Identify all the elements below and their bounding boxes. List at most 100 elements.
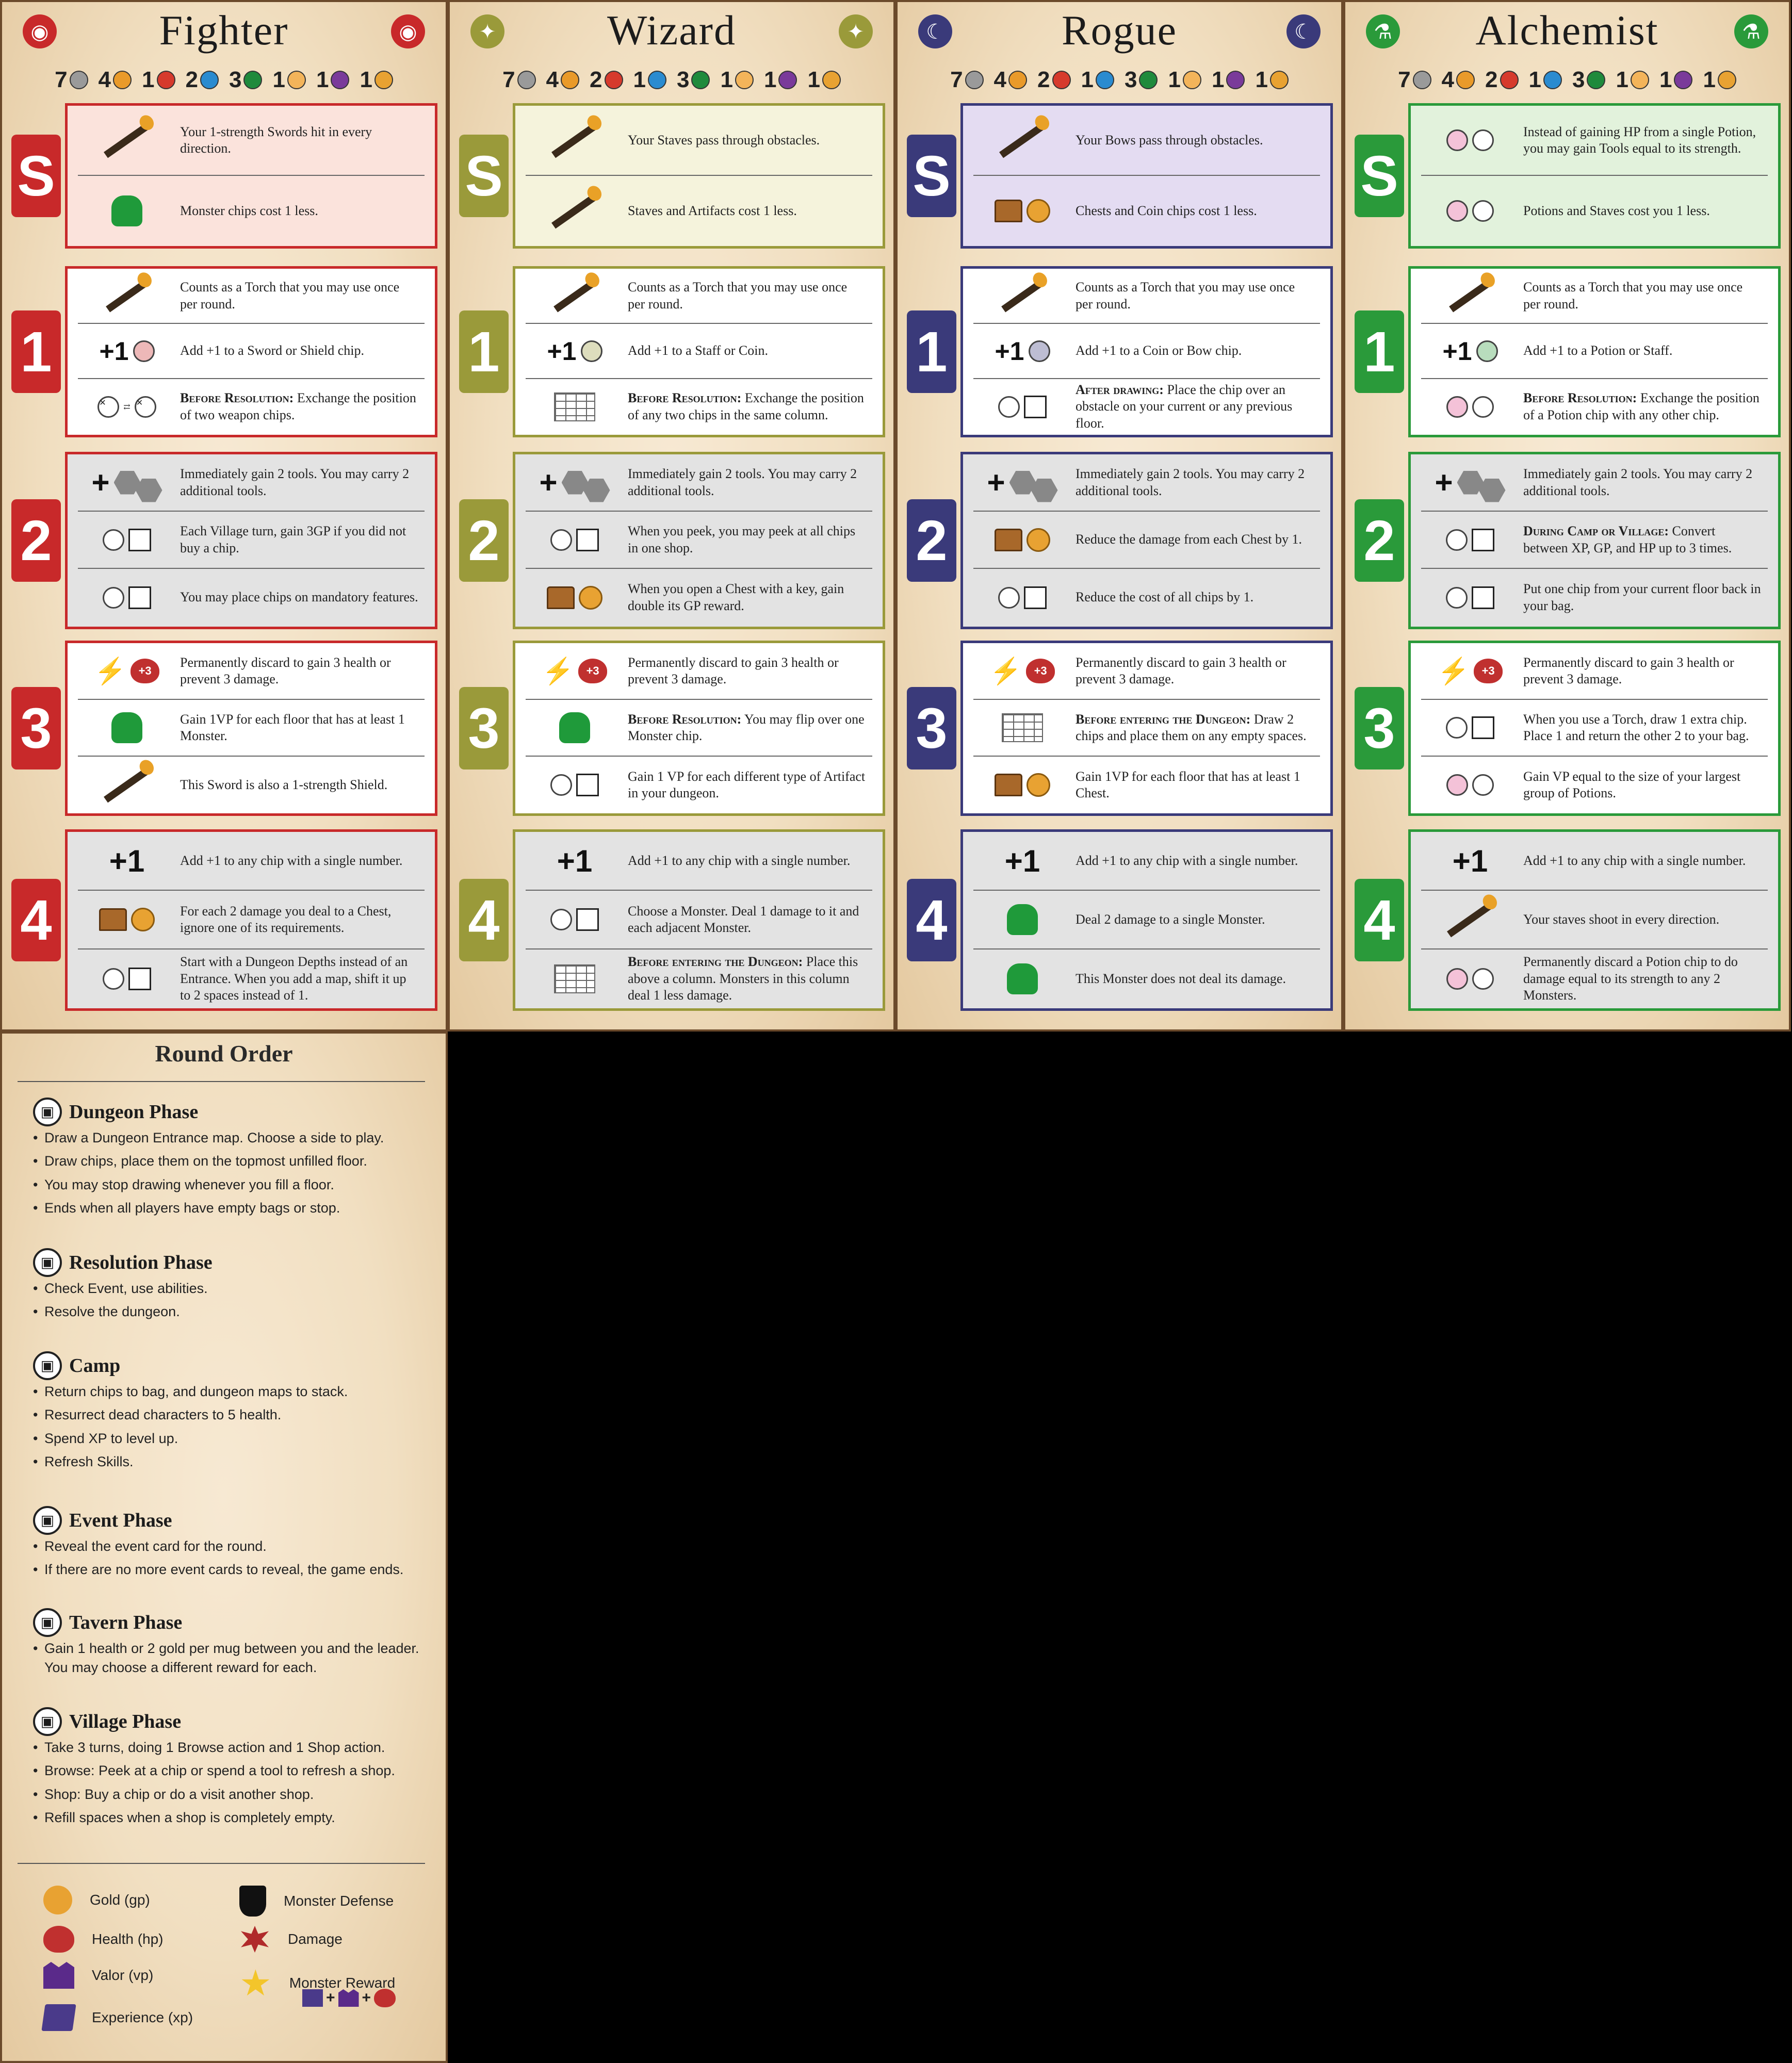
- stat-gem-icon: [1269, 71, 1289, 89]
- stat-gem-icon: [1008, 71, 1028, 89]
- xp-scroll-icon: [302, 1989, 323, 2007]
- phase-0: ▣ Dungeon Phase Draw a Dungeon Entrance ma…: [33, 1095, 425, 1222]
- stat-row: 74213111: [898, 67, 1341, 93]
- gold-icon: [43, 1886, 72, 1914]
- level-badge: 4: [907, 879, 956, 961]
- bag-return-icon: [1421, 569, 1519, 626]
- stat: 1: [720, 67, 754, 93]
- stat-gem-icon: [822, 71, 841, 89]
- exchange-icon: ✕ ⇄ ✕: [78, 379, 176, 434]
- ability-text: When you use a Torch, draw 1 extra chip.…: [1523, 711, 1749, 744]
- stat: 1: [272, 67, 306, 93]
- character-card-wizard: ✦ Wizard ✦ 7 4 2 1 3 1 1 1 S Your Staves pass throug…: [448, 0, 895, 1032]
- heart-plus-three-icon: ⚡ +3: [78, 643, 176, 699]
- floor-chest-icon: [973, 757, 1071, 813]
- card-header: ☾ Rogue ☾: [898, 2, 1341, 69]
- stat: 4: [546, 67, 580, 93]
- ability-text: Put one chip from your current floor bac…: [1523, 581, 1761, 613]
- stat: 1: [360, 67, 393, 93]
- ability-text: Instead of gaining HP from a single Poti…: [1523, 124, 1756, 156]
- ability-row: Before Resolution: You may flip over one…: [526, 700, 872, 757]
- ability-text: Counts as a Torch that you may use once …: [1076, 280, 1295, 312]
- stat-gem-icon: [200, 71, 219, 89]
- tools-icon: +: [526, 454, 624, 511]
- ability-text: Add +1 to any chip with a single number.: [180, 853, 403, 868]
- legend-item: Damage: [239, 1926, 343, 1953]
- potion-staff-icon: [1421, 176, 1519, 246]
- staff-icon: [526, 106, 624, 175]
- ability-row: + Immediately gain 2 tools. You may carry…: [1421, 454, 1768, 512]
- tools-icon: +: [78, 454, 176, 511]
- legend-item: Health (hp): [43, 1926, 164, 1953]
- ability-text: Add +1 to any chip with a single number.: [628, 853, 851, 868]
- ability-text: Immediately gain 2 tools. You may carry …: [628, 466, 857, 498]
- phase-step: Refresh Skills.: [33, 1452, 425, 1472]
- ability-row: Your 1-strength Swords hit in every dire…: [78, 106, 425, 176]
- xp-scroll-icon: [41, 2004, 76, 2031]
- plus-one-icon: +1: [1004, 843, 1040, 878]
- level-box: ⚡ +3 Permanently discard to gain 3 health …: [1408, 641, 1781, 816]
- level-box: +1 Add +1 to any chip with a single numbe…: [513, 829, 885, 1011]
- sword-icon: [78, 106, 176, 175]
- mug-icon: ▣: [33, 1608, 62, 1637]
- phase-step: Draw a Dungeon Entrance map. Choose a si…: [33, 1128, 425, 1148]
- dungeon-depths-icon: [78, 949, 176, 1008]
- stat: 1: [1529, 67, 1562, 93]
- chest-damage-icon: [78, 891, 176, 948]
- ability-text: Before Resolution: You may flip over one…: [628, 711, 865, 744]
- stat: 1: [633, 67, 666, 93]
- ability-row: Gain 1VP for each floor that has at leas…: [973, 757, 1320, 813]
- stat-gem-icon: [604, 71, 623, 89]
- stat-gem-icon: [287, 71, 306, 89]
- stat-gem-icon: [1226, 71, 1245, 89]
- phase-step: Reveal the event card for the round.: [33, 1537, 425, 1557]
- ability-row: +1 Add +1 to a Coin or Bow chip.: [973, 324, 1320, 379]
- stat-gem-icon: [1412, 71, 1431, 89]
- ability-text: Each Village turn, gain 3GP if you did n…: [180, 523, 406, 555]
- round-order-title: Round Order: [155, 1040, 293, 1067]
- staff-burst-icon: [1421, 891, 1519, 948]
- ability-text: Gain 1 VP for each different type of Art…: [628, 768, 866, 801]
- card-header: ◉ Fighter ◉: [2, 2, 446, 69]
- ability-row: +1 Add +1 to any chip with a single numbe…: [973, 832, 1320, 891]
- potion-exchange-icon: [1421, 379, 1519, 434]
- ability-row: When you peek, you may peek at all chips…: [526, 512, 872, 569]
- ability-row: +1 Add +1 to a Potion or Staff.: [1421, 324, 1768, 379]
- ability-row: Reduce the cost of all chips by 1.: [973, 569, 1320, 626]
- legend-label: Health (hp): [92, 1931, 164, 1947]
- flip-monster-icon: [526, 700, 624, 756]
- ability-text: Add +1 to a Coin or Bow chip.: [1076, 343, 1242, 358]
- valor-crown-icon: [43, 1962, 74, 1989]
- ability-row: Monster chips cost 1 less.: [78, 176, 425, 246]
- stat: 1: [807, 67, 841, 93]
- stat: 1: [316, 67, 350, 93]
- ability-text: Gain 1VP for each floor that has at leas…: [180, 711, 405, 744]
- ability-row: +1 Add +1 to any chip with a single numbe…: [78, 832, 425, 891]
- stat: 1: [764, 67, 797, 93]
- ability-text: After drawing: Place the chip over an ob…: [1076, 382, 1293, 431]
- level-badge: 4: [459, 879, 509, 961]
- ability-row: Gain 1 VP for each different type of Art…: [526, 757, 872, 813]
- phase-step: Spend XP to level up.: [33, 1429, 425, 1449]
- phase-step: Resolve the dungeon.: [33, 1302, 425, 1322]
- obstacle-icon: [973, 379, 1071, 434]
- ability-text: Gain 1VP for each floor that has at leas…: [1076, 768, 1300, 801]
- phase-step: Resurrect dead characters to 5 health.: [33, 1405, 425, 1425]
- ability-row: ✕ ⇄ ✕ Before Resolution: Exchange the posit…: [78, 379, 425, 434]
- tools-icon: +: [1421, 454, 1519, 511]
- level-box: ⚡ +3 Permanently discard to gain 3 health …: [960, 641, 1333, 816]
- plus-one-icon: +1: [557, 843, 593, 878]
- stat: 7: [55, 67, 88, 93]
- plus-one-potion-staff-icon: +1: [1421, 324, 1519, 378]
- legend-item: Valor (vp): [43, 1962, 153, 1989]
- stat: 3: [1125, 67, 1158, 93]
- dungeon-entrance-icon: ▣: [33, 1098, 62, 1126]
- ability-row: ⚡ +3 Permanently discard to gain 3 health …: [526, 643, 872, 700]
- ability-text: Immediately gain 2 tools. You may carry …: [1076, 466, 1305, 498]
- shield-icon: [239, 1886, 266, 1917]
- stat: 4: [1442, 67, 1475, 93]
- character-card-alchemist: ⚗ Alchemist ⚗ 7 4 2 1 3 1 1 1 S Instead of gaining H…: [1343, 0, 1791, 1032]
- card-title: Fighter: [159, 7, 289, 54]
- level-badge: 3: [11, 687, 61, 769]
- level-box: +1 Add +1 to any chip with a single numbe…: [65, 829, 437, 1011]
